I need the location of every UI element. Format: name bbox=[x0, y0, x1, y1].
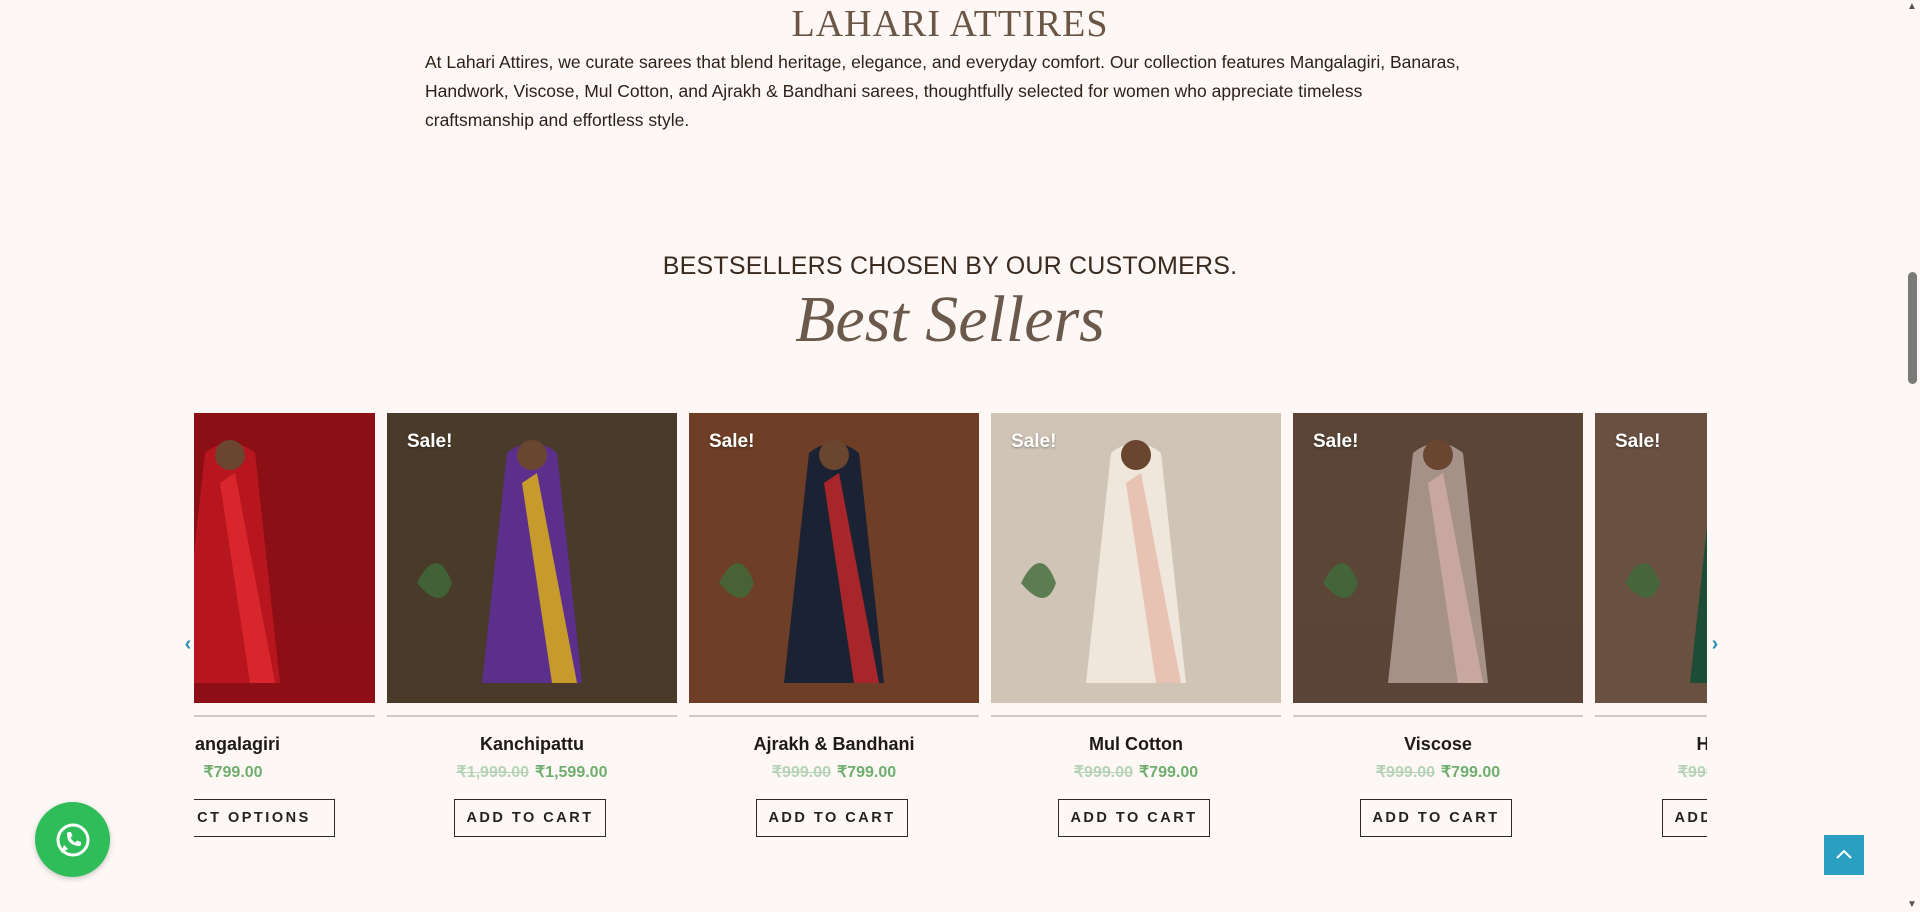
product-price: ₹1,999.00 ₹1,599.00 bbox=[387, 762, 677, 782]
card-divider bbox=[1595, 715, 1707, 717]
product-name[interactable]: Mul Cotton bbox=[991, 734, 1281, 755]
chevron-right-icon: › bbox=[1711, 633, 1719, 655]
back-to-top-button[interactable] bbox=[1824, 835, 1864, 875]
carousel-prev-button[interactable]: ‹ bbox=[181, 634, 195, 654]
product-price: ₹999.00 ₹799.00 bbox=[991, 762, 1281, 782]
product-card[interactable]: Sale! Ajrakh & Bandhani ₹999.00 ₹799.00 ADD … bbox=[689, 413, 979, 843]
carousel-next-button[interactable]: › bbox=[1708, 634, 1722, 654]
product-card[interactable]: Sale! Viscose ₹999.00 ₹799.00 ADD TO CART bbox=[1293, 413, 1583, 843]
old-price: ₹999.00 bbox=[771, 764, 831, 781]
sale-price: ₹799.00 bbox=[203, 764, 263, 781]
product-name[interactable]: Mangalagiri bbox=[194, 734, 375, 755]
product-image[interactable] bbox=[1595, 413, 1707, 703]
product-name[interactable]: Handwork bbox=[1595, 734, 1707, 755]
card-divider bbox=[1293, 715, 1583, 717]
add-to-cart-button[interactable]: ADD TO CART bbox=[1360, 799, 1512, 837]
add-to-cart-button[interactable]: ADD TO CART bbox=[1662, 799, 1707, 837]
add-to-cart-button[interactable]: ADD TO CART bbox=[1058, 799, 1210, 837]
product-price: ₹799.00 bbox=[194, 762, 375, 782]
add-to-cart-button[interactable]: ADD TO CART bbox=[756, 799, 908, 837]
sale-price: ₹1,599.00 bbox=[535, 764, 608, 781]
product-card[interactable]: Sale! Kanchipattu ₹1,999.00 ₹1,599.00 ADD TO… bbox=[387, 413, 677, 843]
product-image[interactable] bbox=[194, 413, 375, 703]
card-divider bbox=[689, 715, 979, 717]
product-price: ₹999.00₹799.00 bbox=[1595, 762, 1707, 782]
old-price: ₹999.00 bbox=[1073, 764, 1133, 781]
bestsellers-kicker: BESTSELLERS CHOSEN BY OUR CUSTOMERS. bbox=[662, 252, 1238, 280]
old-price: ₹999.00 bbox=[1677, 764, 1707, 781]
old-price: ₹1,999.00 bbox=[456, 764, 529, 781]
about-text: At Lahari Attires, we curate sarees that… bbox=[425, 52, 1461, 130]
card-divider bbox=[991, 715, 1281, 717]
whatsapp-icon bbox=[56, 823, 89, 856]
sale-price: ₹799.00 bbox=[1441, 764, 1501, 781]
page-scrollbar[interactable]: ▲ ▼ bbox=[1904, 0, 1920, 912]
sale-badge: Sale! bbox=[407, 431, 453, 452]
chevron-up-icon bbox=[1836, 849, 1852, 859]
product-image[interactable] bbox=[387, 413, 677, 703]
card-divider bbox=[194, 715, 375, 717]
scroll-down-icon[interactable]: ▼ bbox=[1906, 900, 1918, 910]
product-image[interactable] bbox=[1293, 413, 1583, 703]
product-name[interactable]: Ajrakh & Bandhani bbox=[689, 734, 979, 755]
about-title: LAHARI ATTIRES bbox=[791, 3, 1109, 45]
product-price: ₹999.00 ₹799.00 bbox=[689, 762, 979, 782]
old-price: ₹999.00 bbox=[1375, 764, 1435, 781]
product-card[interactable]: Sale! Mul Cotton ₹999.00 ₹799.00 ADD TO CART bbox=[991, 413, 1281, 843]
card-divider bbox=[387, 715, 677, 717]
product-card[interactable]: Sale! Handwork ₹999.00₹799.00 ADD TO CART bbox=[1595, 413, 1707, 843]
product-image[interactable] bbox=[689, 413, 979, 703]
product-name[interactable]: Viscose bbox=[1293, 734, 1583, 755]
scroll-up-icon[interactable]: ▲ bbox=[1906, 2, 1918, 12]
bestsellers-title: Best Sellers bbox=[795, 283, 1105, 356]
sale-badge: Sale! bbox=[709, 431, 755, 452]
whatsapp-button[interactable] bbox=[35, 802, 110, 877]
product-name[interactable]: Kanchipattu bbox=[387, 734, 677, 755]
sale-badge: Sale! bbox=[1615, 431, 1661, 452]
sale-badge: Sale! bbox=[1313, 431, 1359, 452]
chevron-left-icon: ‹ bbox=[184, 633, 192, 655]
add-to-cart-button[interactable]: SELECT OPTIONS bbox=[194, 799, 335, 837]
product-image[interactable] bbox=[991, 413, 1281, 703]
product-price: ₹999.00 ₹799.00 bbox=[1293, 762, 1583, 782]
product-carousel: Mangalagiri ₹799.00 SELECT OPTIONS Sale! Kan… bbox=[194, 413, 1707, 843]
sale-badge: Sale! bbox=[1011, 431, 1057, 452]
product-card[interactable]: Mangalagiri ₹799.00 SELECT OPTIONS bbox=[194, 413, 375, 843]
sale-price: ₹799.00 bbox=[1139, 764, 1199, 781]
sale-price: ₹799.00 bbox=[837, 764, 897, 781]
scrollbar-thumb[interactable] bbox=[1908, 272, 1917, 384]
add-to-cart-button[interactable]: ADD TO CART bbox=[454, 799, 606, 837]
